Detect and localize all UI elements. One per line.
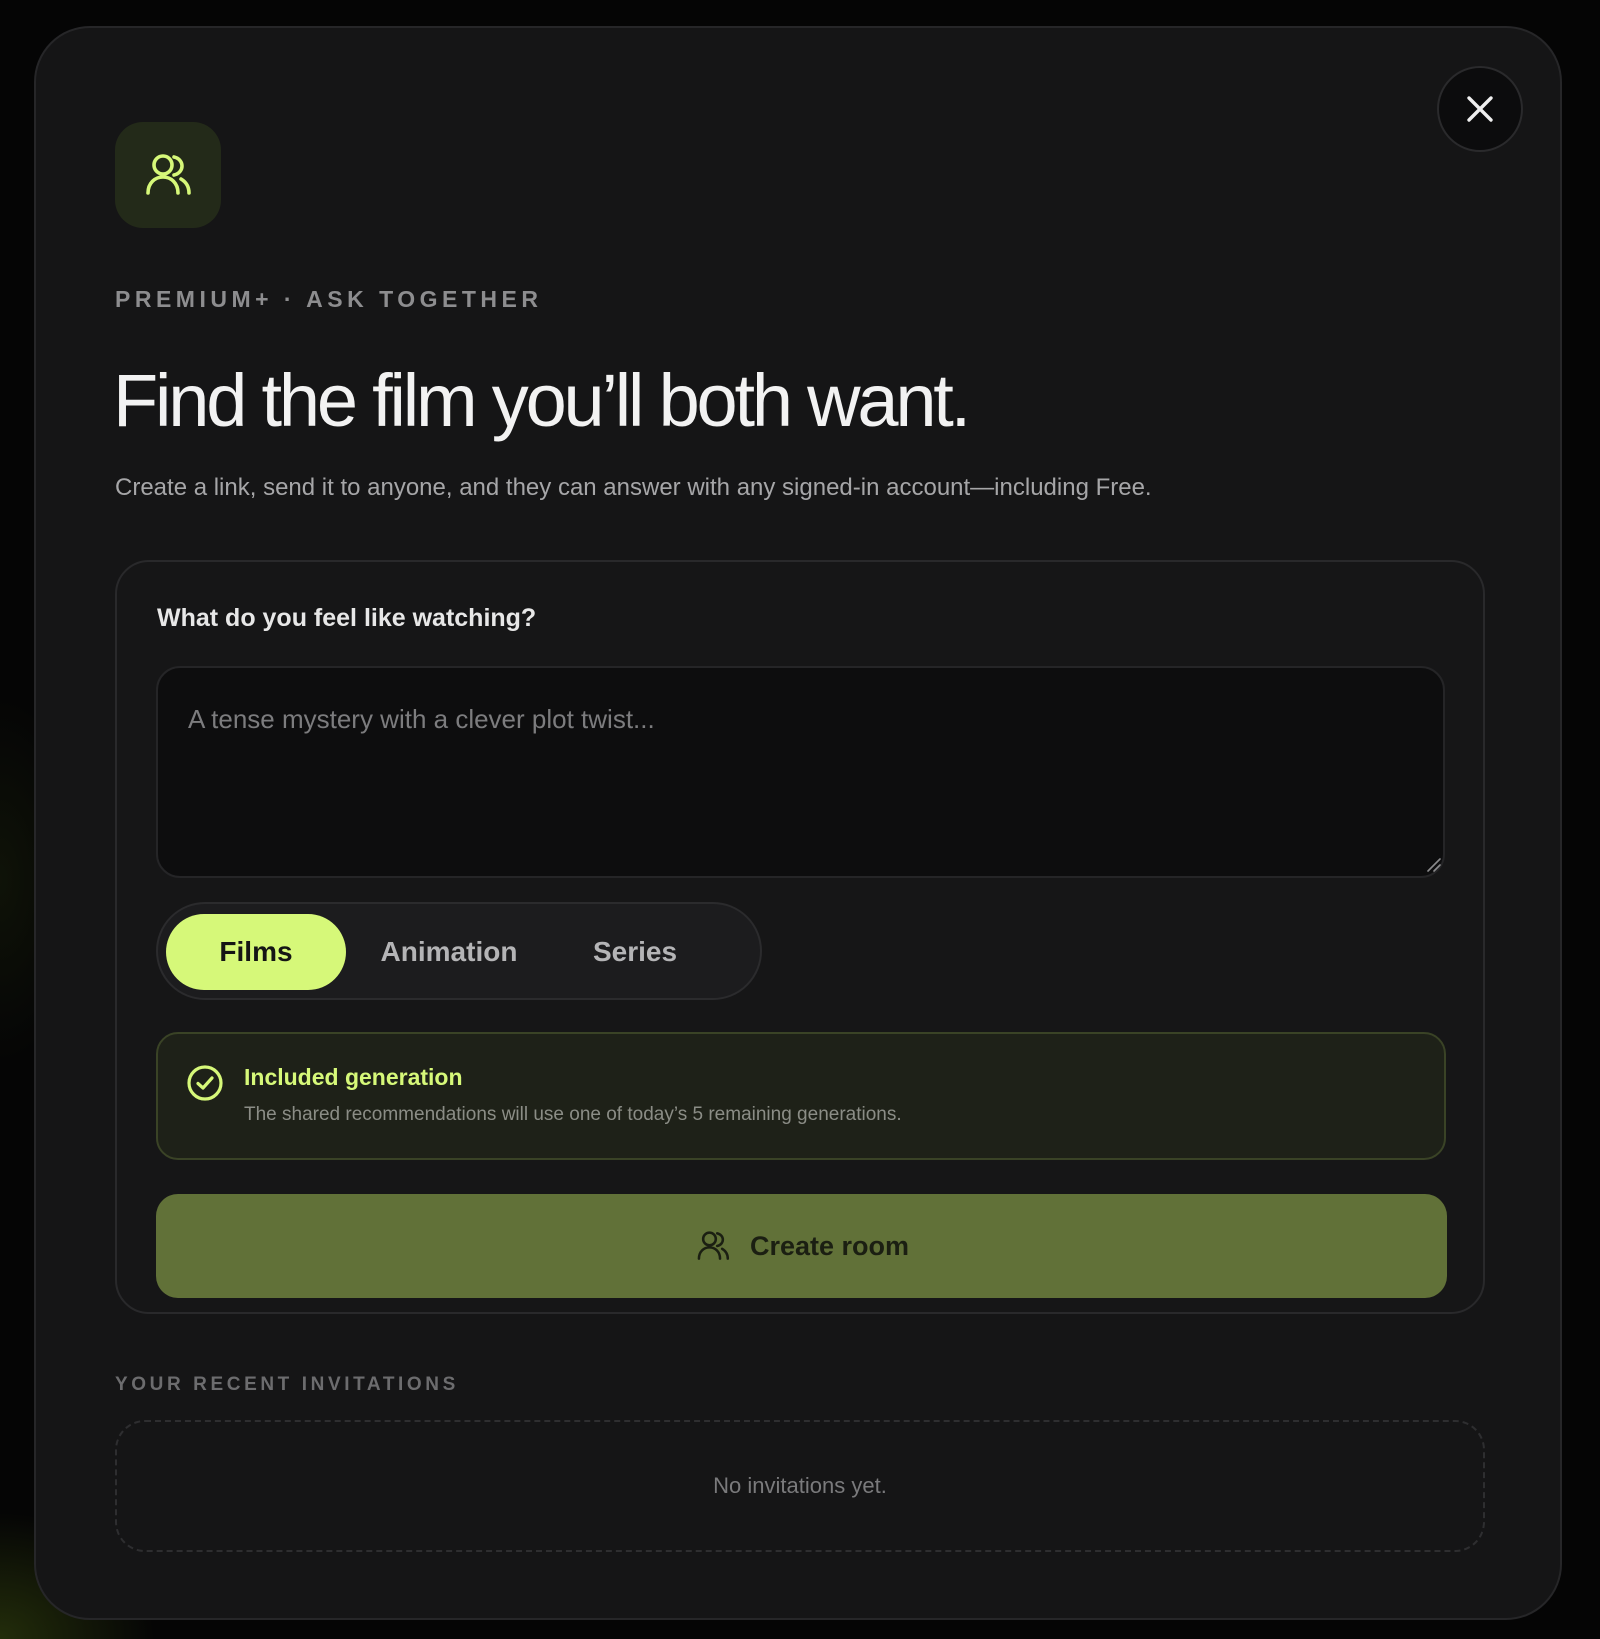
create-room-button[interactable]: Create room [156, 1194, 1447, 1298]
close-icon [1467, 96, 1493, 122]
create-room-card: What do you feel like watching? Films An… [115, 560, 1485, 1314]
prompt-input[interactable] [156, 666, 1445, 878]
tab-films[interactable]: Films [166, 914, 346, 990]
feature-badge [115, 122, 221, 228]
create-room-label: Create room [749, 1230, 910, 1261]
resize-handle-icon[interactable] [1425, 856, 1441, 872]
empty-state-text: No invitations yet. [713, 1473, 887, 1498]
plan-eyebrow: PREMIUM+ · ASK TOGETHER [115, 286, 543, 312]
users-icon [146, 154, 191, 195]
users-icon [697, 1231, 730, 1260]
notice-title: Included generation [244, 1064, 463, 1090]
recent-invitations-label: YOUR RECENT INVITATIONS [115, 1374, 459, 1395]
tab-animation[interactable]: Animation [354, 914, 544, 990]
generation-notice: Included generation The shared recommend… [156, 1032, 1446, 1160]
recent-invitations-empty: No invitations yet. [115, 1420, 1485, 1552]
notice-text: The shared recommendations will use one … [244, 1104, 902, 1125]
check-circle-icon [187, 1065, 223, 1101]
ask-together-modal: PREMIUM+ · ASK TOGETHER Find the film yo… [34, 26, 1562, 1620]
page-subtitle: Create a link, send it to anyone, and th… [115, 474, 1152, 501]
content-type-selector: Films Animation Series [156, 902, 762, 1000]
close-button[interactable] [1437, 66, 1523, 152]
tab-series[interactable]: Series [552, 914, 718, 990]
page-title: Find the film you’ll both want. [113, 359, 971, 442]
prompt-label: What do you feel like watching? [157, 604, 537, 632]
